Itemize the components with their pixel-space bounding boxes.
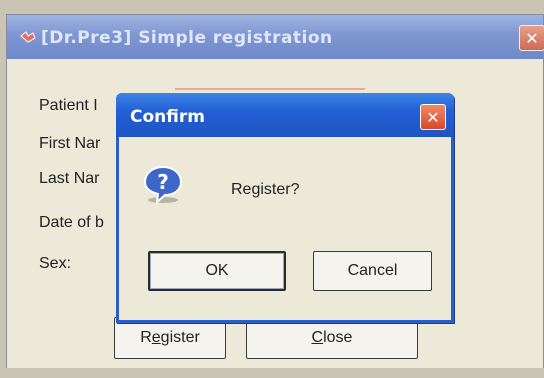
question-icon: ? bbox=[143, 165, 183, 204]
cancel-button[interactable]: Cancel bbox=[313, 251, 432, 291]
confirm-title: Confirm bbox=[130, 107, 205, 127]
main-titlebar: [Dr.Pre3] Simple registration ✕ bbox=[7, 15, 544, 59]
close-icon: ✕ bbox=[525, 28, 539, 48]
close-icon: ✕ bbox=[426, 107, 440, 127]
sex-label: Sex: bbox=[39, 255, 72, 272]
patient-id-label: Patient I bbox=[39, 97, 98, 114]
confirm-titlebar: Confirm ✕ bbox=[116, 93, 454, 137]
last-name-label: Last Nar bbox=[39, 170, 100, 187]
main-close-button[interactable]: ✕ bbox=[519, 25, 544, 51]
register-button[interactable]: Register bbox=[114, 317, 226, 359]
date-of-birth-label: Date of b bbox=[39, 214, 104, 231]
confirm-message: Register? bbox=[231, 181, 300, 198]
confirm-dialog: Confirm ✕ ? Register? OK Cancel bbox=[116, 93, 454, 323]
close-button[interactable]: Close bbox=[246, 317, 418, 359]
confirm-close-button[interactable]: ✕ bbox=[420, 104, 446, 130]
svg-text:?: ? bbox=[157, 170, 169, 194]
app-icon bbox=[20, 31, 36, 43]
first-name-label: First Nar bbox=[39, 135, 101, 152]
register-label: Register bbox=[140, 329, 200, 346]
ok-button[interactable]: OK bbox=[148, 251, 286, 291]
bottom-strip bbox=[0, 368, 544, 378]
main-window-title: [Dr.Pre3] Simple registration bbox=[41, 28, 333, 48]
close-label: Close bbox=[311, 329, 353, 346]
